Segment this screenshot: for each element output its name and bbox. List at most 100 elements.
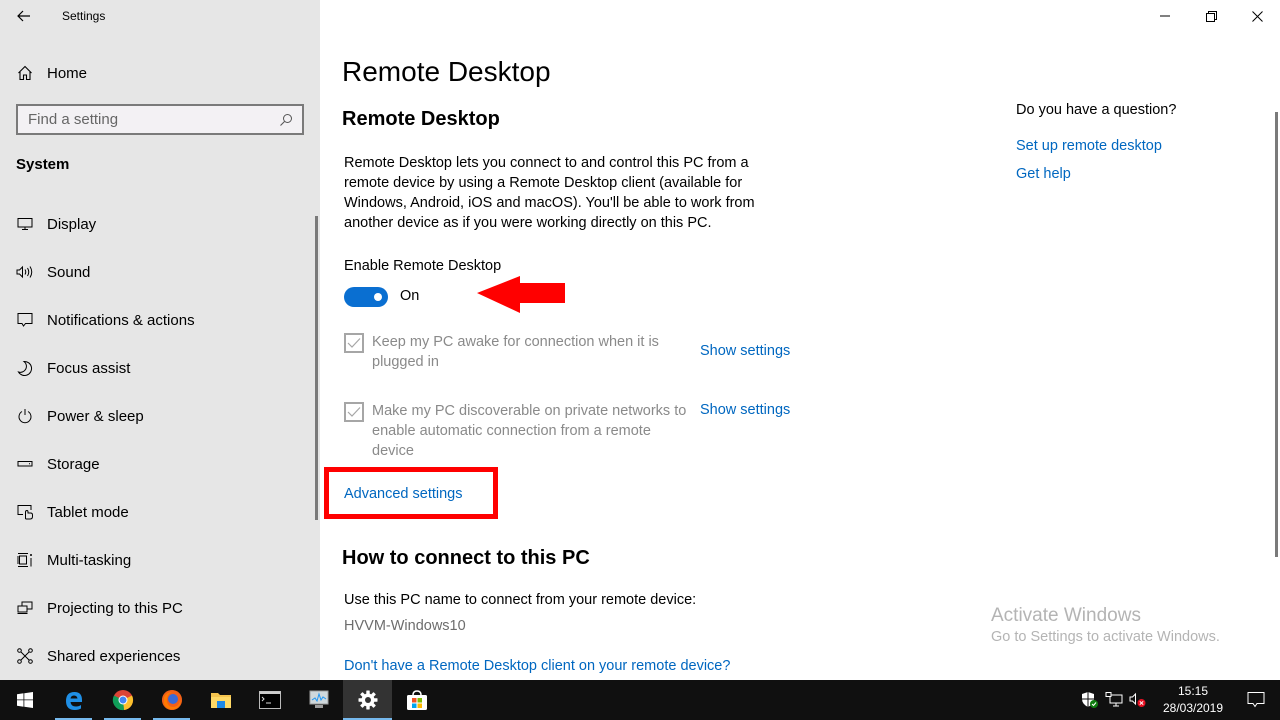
find-setting-search[interactable]: [16, 104, 304, 135]
firefox-icon: [161, 690, 182, 710]
keep-awake-option: Keep my PC awake for connection when it …: [344, 332, 692, 372]
restore-button[interactable]: [1188, 0, 1234, 32]
minimize-button[interactable]: [1142, 0, 1188, 32]
cmd-icon: [258, 691, 281, 709]
tray-security[interactable]: [1078, 680, 1102, 720]
moon-icon: [16, 359, 34, 377]
taskbar-chrome[interactable]: [98, 680, 147, 720]
discoverable-checkbox[interactable]: [344, 402, 364, 422]
desktop: Settings Home System Display Sound: [0, 0, 1280, 720]
start-button[interactable]: [0, 680, 49, 720]
sidebar-scrollbar[interactable]: [315, 216, 318, 520]
sidebar-item-tablet-mode[interactable]: Tablet mode: [0, 488, 316, 536]
connect-heading: How to connect to this PC: [342, 547, 590, 569]
share-icon: [16, 647, 34, 665]
edge-icon: [65, 692, 82, 710]
advanced-settings-link[interactable]: Advanced settings: [344, 486, 463, 502]
show-settings-link-1[interactable]: Show settings: [700, 343, 790, 359]
sidebar-home[interactable]: Home: [16, 60, 87, 86]
keep-awake-checkbox[interactable]: [344, 333, 364, 353]
sidebar-item-label: Power & sleep: [47, 407, 144, 425]
search-input[interactable]: [28, 111, 278, 128]
search-icon[interactable]: [278, 112, 294, 128]
checkmark-icon: [347, 338, 361, 348]
help-question: Do you have a question?: [1016, 102, 1177, 118]
discoverable-label: Make my PC discoverable on private netwo…: [372, 403, 687, 459]
toggle-knob: [374, 293, 382, 301]
back-arrow-icon: [17, 10, 30, 22]
monitor-icon: [16, 215, 34, 233]
defender-shield-icon: [1082, 692, 1098, 708]
multitask-icon: [16, 551, 34, 569]
sidebar-item-label: Focus assist: [47, 359, 131, 377]
sidebar-item-label: Multi-tasking: [47, 551, 132, 569]
sidebar-item-label: Display: [47, 215, 97, 233]
keep-awake-label: Keep my PC awake for connection when it …: [372, 334, 659, 370]
enable-remote-desktop-toggle[interactable]: [344, 287, 388, 307]
sidebar-item-shared-experiences[interactable]: Shared experiences: [0, 632, 316, 680]
notification-icon: [1247, 692, 1265, 708]
setup-remote-desktop-link[interactable]: Set up remote desktop: [1016, 138, 1162, 154]
chrome-icon: [112, 690, 133, 711]
discoverable-option: Make my PC discoverable on private netwo…: [344, 401, 692, 461]
taskbar-clock[interactable]: 15:15 28/03/2019: [1154, 683, 1232, 717]
taskbar-performance-monitor[interactable]: [294, 680, 343, 720]
gear-icon: [358, 690, 377, 710]
window-controls: [1142, 0, 1280, 32]
sidebar-item-power-sleep[interactable]: Power & sleep: [0, 392, 316, 440]
clock-time: 15:15: [1177, 684, 1209, 698]
power-icon: [16, 407, 34, 425]
action-center-button[interactable]: [1232, 680, 1280, 720]
store-icon: [406, 690, 427, 710]
tray-network[interactable]: [1102, 680, 1126, 720]
system-tray: 15:15 28/03/2019: [1078, 680, 1280, 720]
tablet-icon: [16, 503, 34, 521]
checkmark-icon: [347, 407, 361, 417]
show-settings-link-2[interactable]: Show settings: [700, 402, 790, 418]
pc-name-value: HVVM-Windows10: [344, 618, 466, 634]
sidebar-item-label: Notifications & actions: [47, 311, 195, 329]
red-arrow-annotation: [477, 276, 565, 313]
sidebar-item-label: Shared experiences: [47, 647, 181, 665]
sidebar-item-display[interactable]: Display: [0, 200, 316, 248]
close-button[interactable]: [1234, 0, 1280, 32]
sidebar-item-multitasking[interactable]: Multi-tasking: [0, 536, 316, 584]
section-title: Remote Desktop: [342, 108, 500, 130]
sidebar-item-storage[interactable]: Storage: [0, 440, 316, 488]
sidebar-item-projecting[interactable]: Projecting to this PC: [0, 584, 316, 632]
taskbar-store[interactable]: [392, 680, 441, 720]
network-icon: [1105, 692, 1123, 707]
drive-icon: [16, 455, 34, 473]
minimize-icon: [1160, 15, 1170, 17]
get-help-link[interactable]: Get help: [1016, 166, 1071, 182]
back-button[interactable]: [12, 4, 36, 28]
taskbar-command-prompt[interactable]: [245, 680, 294, 720]
sidebar-item-focus-assist[interactable]: Focus assist: [0, 344, 316, 392]
main-content: Remote Desktop Remote Desktop Remote Des…: [320, 0, 1280, 680]
folder-icon: [210, 693, 231, 708]
taskbar: 15:15 28/03/2019: [0, 680, 1280, 720]
restore-icon: [1205, 10, 1217, 22]
description-text: Remote Desktop lets you connect to and c…: [344, 155, 755, 231]
taskbar-firefox[interactable]: [147, 680, 196, 720]
sidebar-item-sound[interactable]: Sound: [0, 248, 316, 296]
tray-volume[interactable]: [1126, 680, 1150, 720]
activate-windows-watermark: Activate Windows Go to Settings to activ…: [991, 605, 1220, 645]
home-label: Home: [47, 64, 88, 82]
toggle-state-label: On: [400, 288, 420, 304]
watermark-title: Activate Windows: [991, 605, 1141, 626]
taskbar-settings[interactable]: [343, 680, 392, 720]
page-title: Remote Desktop: [342, 56, 551, 87]
clock-date: 28/03/2019: [1162, 701, 1224, 715]
app-title: Settings: [62, 9, 106, 23]
taskbar-edge[interactable]: [49, 680, 98, 720]
watermark-subtitle: Go to Settings to activate Windows.: [991, 629, 1220, 645]
taskbar-file-explorer[interactable]: [196, 680, 245, 720]
volume-muted-icon: [1129, 692, 1146, 707]
windows-logo-icon: [16, 692, 33, 708]
sidebar-item-notifications[interactable]: Notifications & actions: [0, 296, 316, 344]
sidebar-item-label: Sound: [47, 263, 91, 281]
main-scrollbar[interactable]: [1275, 112, 1278, 557]
get-client-link[interactable]: Don't have a Remote Desktop client on yo…: [344, 658, 730, 674]
settings-sidebar: Settings Home System Display Sound: [0, 0, 320, 680]
